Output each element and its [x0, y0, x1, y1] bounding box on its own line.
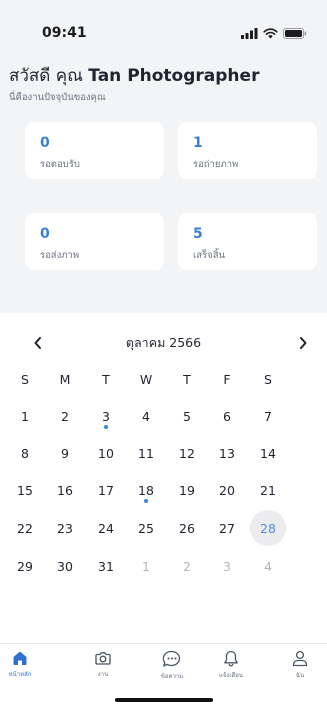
calendar-week-row: 22 23 24 25 26 27 28: [17, 510, 305, 546]
weekday-label: M: [59, 371, 71, 387]
tab-label: ข้อความ: [160, 673, 184, 680]
weekday-label: T: [183, 371, 191, 387]
stat-value: 0: [40, 135, 50, 151]
stat-card-pending-shoot[interactable]: 1 รอถ่ายภาพ: [178, 122, 317, 179]
tab-home[interactable]: หน้าหลัก: [0, 650, 50, 686]
calendar-day[interactable]: 16: [47, 472, 83, 508]
calendar-day[interactable]: 14: [250, 435, 286, 471]
calendar-day[interactable]: 4: [250, 548, 286, 584]
calendar-day[interactable]: 18: [128, 472, 164, 508]
calendar-day[interactable]: 13: [209, 435, 245, 471]
tab-profile[interactable]: ฉัน: [270, 650, 327, 686]
calendar-day[interactable]: 4: [128, 398, 164, 434]
tab-label: แจ้งเตือน: [219, 672, 243, 679]
calendar-day[interactable]: 22: [7, 510, 43, 546]
stat-label: เสร็จสิ้น: [193, 250, 226, 261]
stat-value: 0: [40, 226, 50, 242]
wifi-icon: [263, 27, 278, 38]
calendar-week-row: 8 9 10 11 12 13 14: [21, 440, 305, 466]
weekday-label: T: [102, 371, 110, 387]
home-icon: [13, 651, 27, 665]
greeting-prefix: สวัสดี คุณ: [9, 66, 83, 86]
weekday-label: W: [139, 371, 153, 387]
tab-label: หน้าหลัก: [8, 671, 32, 678]
calendar-day[interactable]: 21: [250, 472, 286, 508]
calendar-week-row: 15 16 17 18 19 20 21: [17, 477, 305, 503]
camera-icon: [95, 652, 111, 665]
calendar-day[interactable]: 10: [88, 435, 124, 471]
calendar-week-row: 29 30 31 1 2 3 4: [17, 553, 305, 579]
user-name: Tan Photographer: [88, 66, 260, 86]
calendar-day[interactable]: 1: [7, 398, 43, 434]
calendar-day[interactable]: 3: [88, 398, 124, 434]
stat-card-pending-accept[interactable]: 0 รอตอบรับ: [25, 122, 164, 179]
calendar-day[interactable]: 19: [169, 472, 205, 508]
home-indicator: [115, 698, 213, 702]
calendar-day[interactable]: 29: [7, 548, 43, 584]
stat-value: 1: [193, 135, 203, 151]
tab-label: งาน: [97, 671, 109, 678]
calendar-day[interactable]: 27: [209, 510, 245, 546]
calendar-day[interactable]: 15: [7, 472, 43, 508]
tab-notifications[interactable]: แจ้งเตือน: [201, 650, 261, 686]
calendar-day[interactable]: 25: [128, 510, 164, 546]
weekday-label: S: [264, 371, 272, 387]
signal-icon: [241, 27, 258, 39]
calendar-day-today[interactable]: 28: [250, 510, 286, 546]
user-icon: [292, 650, 308, 667]
stat-value: 5: [193, 226, 203, 242]
event-dot: [144, 499, 148, 503]
calendar-day[interactable]: 11: [128, 435, 164, 471]
chat-icon: [162, 650, 181, 667]
stat-label: รอถ่ายภาพ: [193, 159, 239, 170]
tab-label: ฉัน: [295, 672, 305, 679]
greeting-heading: สวัสดี คุณ Tan Photographer: [9, 62, 317, 89]
status-bar: 09:41: [0, 0, 327, 52]
tab-messages[interactable]: ข้อความ: [142, 650, 202, 686]
stat-label: รอตอบรับ: [40, 159, 80, 170]
stat-label: รอส่งภาพ: [40, 250, 80, 261]
stat-card-pending-delivery[interactable]: 0 รอส่งภาพ: [25, 213, 164, 270]
calendar-day[interactable]: 1: [128, 548, 164, 584]
calendar-day[interactable]: 2: [47, 398, 83, 434]
calendar-day[interactable]: 24: [88, 510, 124, 546]
event-dot: [104, 425, 108, 429]
battery-icon: [283, 27, 307, 39]
calendar-day[interactable]: 8: [7, 435, 43, 471]
weekday-label: S: [21, 371, 29, 387]
calendar-header: ตุลาคม 2566: [0, 330, 327, 356]
calendar-day[interactable]: 7: [250, 398, 286, 434]
tab-jobs[interactable]: งาน: [73, 650, 133, 686]
chevron-right-icon: [300, 337, 307, 349]
calendar-day[interactable]: 30: [47, 548, 83, 584]
stat-card-completed[interactable]: 5 เสร็จสิ้น: [178, 213, 317, 270]
calendar-day[interactable]: 31: [88, 548, 124, 584]
calendar-day[interactable]: 26: [169, 510, 205, 546]
calendar-day[interactable]: 6: [209, 398, 245, 434]
calendar-day[interactable]: 12: [169, 435, 205, 471]
calendar-day[interactable]: 20: [209, 472, 245, 508]
calendar-week-row: 1234567: [21, 403, 305, 429]
calendar-month-title: ตุลาคม 2566: [125, 335, 202, 350]
weekday-header-row: S M T W T F S: [21, 366, 305, 392]
bottom-tab-bar: หน้าหลัก งาน ข้อความ แจ้งเตือน ฉัน: [0, 643, 327, 706]
calendar-day[interactable]: 2: [169, 548, 205, 584]
calendar-day[interactable]: 3: [209, 548, 245, 584]
calendar-day[interactable]: 17: [88, 472, 124, 508]
calendar-day[interactable]: 9: [47, 435, 83, 471]
page-subtitle: นี่คืองานปัจจุบันของคุณ: [9, 92, 106, 103]
status-time: 09:41: [42, 25, 87, 41]
weekday-label: F: [223, 371, 231, 387]
next-month-button[interactable]: [293, 333, 313, 353]
calendar-day[interactable]: 5: [169, 398, 205, 434]
bell-icon: [224, 650, 238, 667]
status-icons: [241, 27, 307, 39]
calendar-day[interactable]: 23: [47, 510, 83, 546]
